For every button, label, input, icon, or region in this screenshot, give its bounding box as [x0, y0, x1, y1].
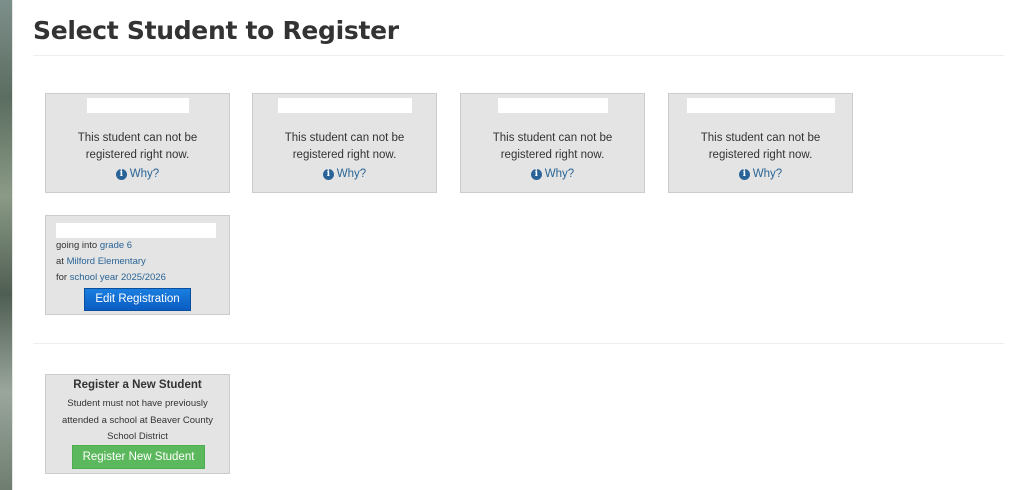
info-circle-icon: i	[530, 168, 542, 180]
why-label[interactable]: Why?	[753, 168, 782, 180]
divider-top	[33, 55, 1004, 56]
new-student-description: Student must not have previously attende…	[61, 398, 214, 442]
why-link[interactable]: i Why?	[461, 168, 644, 180]
student-card-blocked: This student can not be registered right…	[45, 93, 230, 193]
registration-details: going into grade 6 at Milford Elementary…	[56, 238, 166, 286]
school-prefix: at	[56, 256, 64, 267]
blocked-message: This student can not be registered right…	[700, 132, 821, 161]
page-title: Select Student to Register	[33, 16, 399, 45]
grade-line: going into grade 6	[56, 238, 166, 254]
info-circle-icon: i	[115, 168, 127, 180]
blocked-message: This student can not be registered right…	[492, 132, 613, 161]
student-card-blocked: This student can not be registered right…	[460, 93, 645, 193]
info-circle-icon: i	[322, 168, 334, 180]
register-new-student-button[interactable]: Register New Student	[72, 445, 205, 469]
student-card-registered: going into grade 6 at Milford Elementary…	[45, 215, 230, 315]
student-name-redacted	[277, 98, 412, 113]
divider-middle	[33, 343, 1004, 344]
student-name-redacted	[497, 98, 608, 113]
new-student-card: Register a New Student Student must not …	[45, 374, 230, 474]
year-prefix: for	[56, 272, 68, 283]
why-link[interactable]: i Why?	[669, 168, 852, 180]
student-name-redacted	[686, 98, 835, 113]
why-link[interactable]: i Why?	[253, 168, 436, 180]
why-label[interactable]: Why?	[545, 168, 574, 180]
school-line: at Milford Elementary	[56, 254, 166, 270]
student-card-blocked: This student can not be registered right…	[252, 93, 437, 193]
school-link[interactable]: Milford Elementary	[67, 256, 146, 267]
blocked-message: This student can not be registered right…	[77, 132, 198, 161]
info-circle-icon: i	[738, 168, 750, 180]
grade-link[interactable]: grade 6	[100, 240, 132, 251]
why-label[interactable]: Why?	[130, 168, 159, 180]
main-panel: Select Student to Register This student …	[12, 0, 1024, 490]
blocked-message: This student can not be registered right…	[284, 132, 405, 161]
why-link[interactable]: i Why?	[46, 168, 229, 180]
student-name-redacted	[86, 98, 189, 113]
grade-prefix: going into	[56, 240, 98, 251]
why-label[interactable]: Why?	[337, 168, 366, 180]
student-card-blocked: This student can not be registered right…	[668, 93, 853, 193]
new-student-title: Register a New Student	[73, 379, 202, 391]
year-line: for school year 2025/2026	[56, 270, 166, 286]
student-name-redacted	[56, 223, 216, 238]
edit-registration-button[interactable]: Edit Registration	[84, 288, 191, 311]
school-year-link[interactable]: school year 2025/2026	[70, 272, 166, 283]
